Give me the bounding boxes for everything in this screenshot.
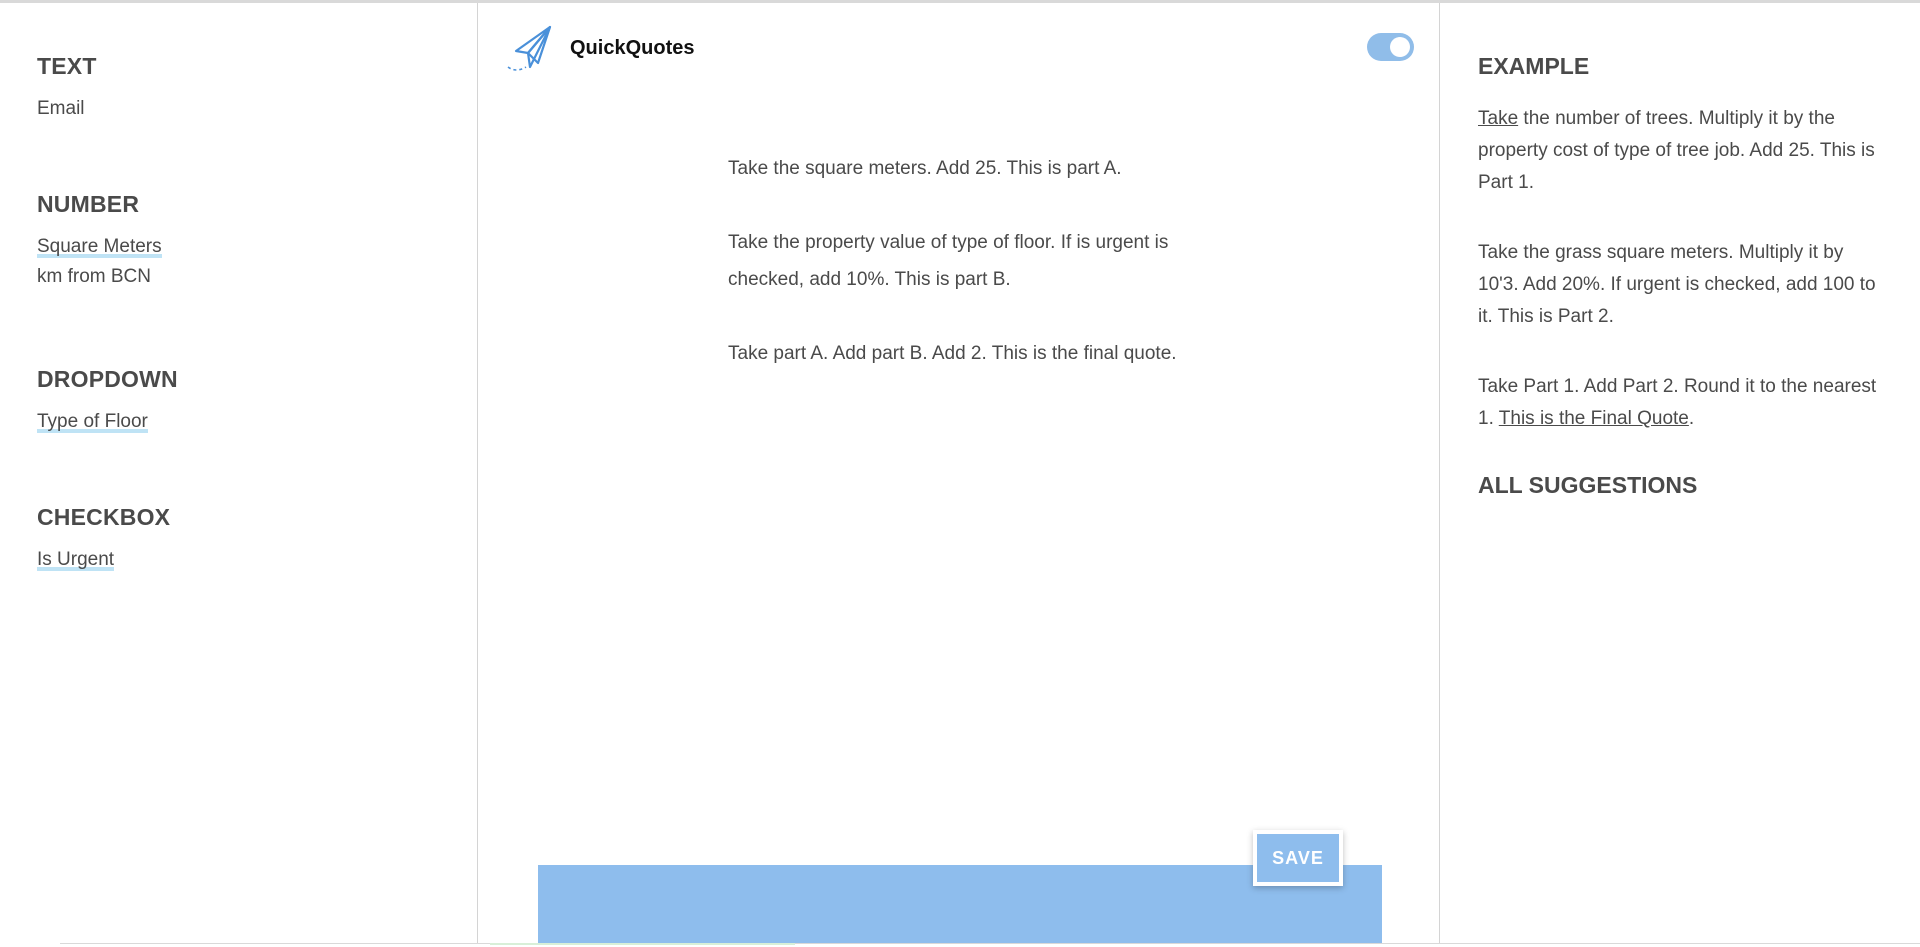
example-title: EXAMPLE xyxy=(1478,53,1590,79)
example-link-final-quote[interactable]: This is the Final Quote xyxy=(1499,408,1689,429)
text-section: TEXT Email xyxy=(37,53,97,120)
text-section-title: TEXT xyxy=(37,53,97,79)
formula-line[interactable]: Take the property value of type of floor… xyxy=(728,224,1248,298)
bottom-accent xyxy=(490,943,795,945)
formula-line[interactable]: Take part A. Add part B. Add 2. This is … xyxy=(728,335,1248,372)
checkbox-section-title: CHECKBOX xyxy=(37,504,171,530)
save-button[interactable]: SAVE xyxy=(1253,830,1343,886)
example-text: Take the grass square meters. Multiply i… xyxy=(1478,242,1876,327)
brand-name: QuickQuotes xyxy=(570,37,695,59)
example-paragraph: Take the grass square meters. Multiply i… xyxy=(1478,237,1888,333)
toggle-switch[interactable] xyxy=(1367,33,1414,61)
variable-square-meters[interactable]: Square Meters xyxy=(37,236,162,258)
number-section: NUMBER Square Meters km from BCN xyxy=(37,191,162,288)
paper-plane-icon xyxy=(507,25,552,71)
variable-type-of-floor[interactable]: Type of Floor xyxy=(37,411,148,433)
bottom-border xyxy=(60,943,1920,944)
editor-panel: QuickQuotes Take the square meters. Add … xyxy=(479,3,1440,943)
checkbox-section: CHECKBOX Is Urgent xyxy=(37,504,170,571)
example-text: the number of trees. Multiply it by the … xyxy=(1478,108,1875,193)
example-paragraph: Take Part 1. Add Part 2. Round it to the… xyxy=(1478,371,1888,435)
formula-editor[interactable]: Take the square meters. Add 25. This is … xyxy=(728,150,1248,409)
example-text: . xyxy=(1688,408,1695,429)
example-paragraph: Take the number of trees. Multiply it by… xyxy=(1478,103,1888,199)
variable-is-urgent[interactable]: Is Urgent xyxy=(37,549,114,571)
dropdown-section-title: DROPDOWN xyxy=(37,366,178,392)
all-suggestions-title: ALL SUGGESTIONS xyxy=(1478,472,1698,498)
variable-km-from-bcn[interactable]: km from BCN xyxy=(37,266,151,288)
example-panel: EXAMPLE Take the number of trees. Multip… xyxy=(1440,3,1920,943)
formula-line[interactable]: Take the square meters. Add 25. This is … xyxy=(728,150,1248,187)
number-section-title: NUMBER xyxy=(37,191,140,217)
dropdown-section: DROPDOWN Type of Floor xyxy=(37,366,178,433)
toggle-knob xyxy=(1390,37,1410,57)
variables-panel: TEXT Email NUMBER Square Meters km from … xyxy=(0,3,478,943)
example-link-take[interactable]: Take xyxy=(1478,108,1518,129)
variable-email[interactable]: Email xyxy=(37,98,85,120)
